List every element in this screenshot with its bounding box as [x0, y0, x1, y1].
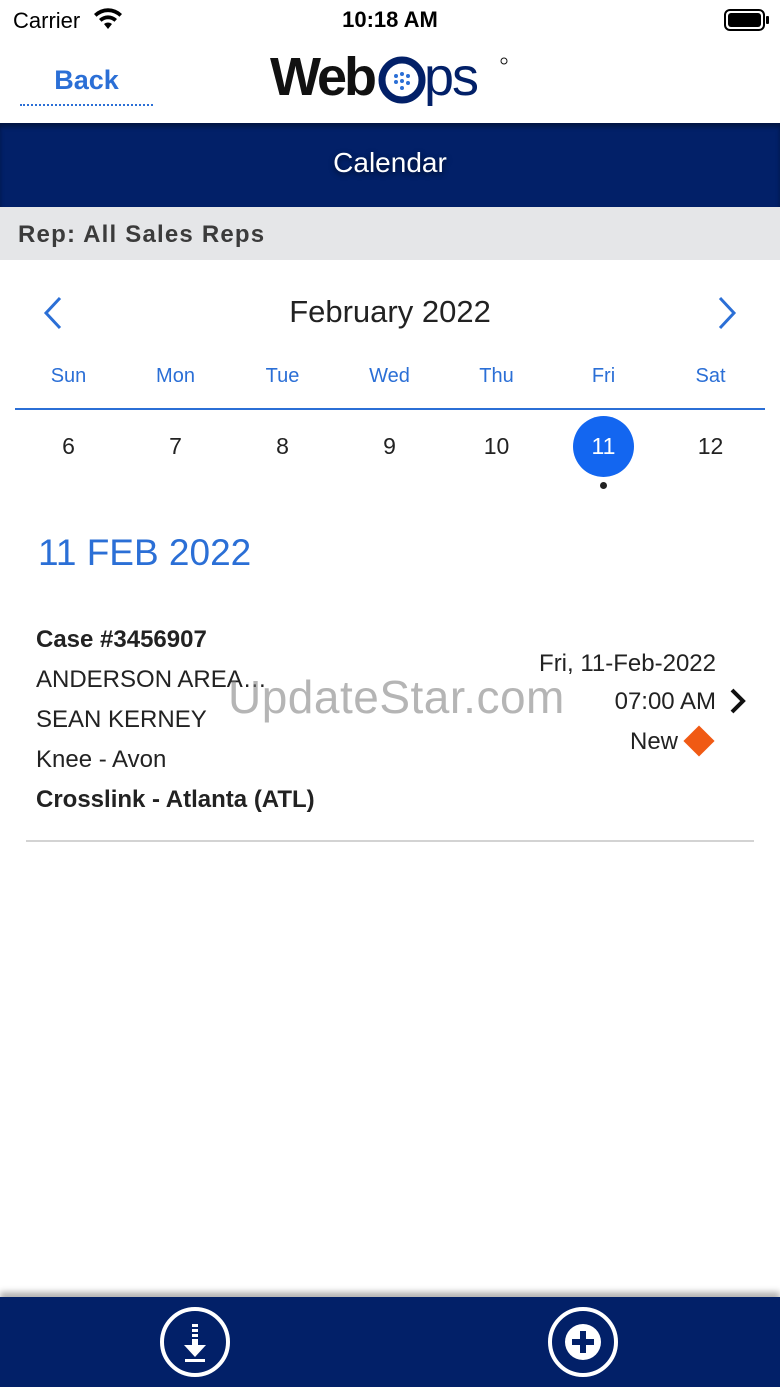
- calendar-day-selected[interactable]: 11: [550, 416, 657, 489]
- month-navigation: February 2022: [0, 285, 780, 341]
- status-diamond-icon: [683, 725, 715, 757]
- case-surgeon: SEAN KERNEY: [36, 706, 207, 733]
- top-nav-bar: Back Web ps: [0, 40, 780, 123]
- chevron-right-icon[interactable]: [726, 686, 750, 716]
- case-location: Crosslink - Atlanta (ATL): [36, 786, 315, 813]
- case-number: Case #3456907: [36, 626, 207, 653]
- calendar-day[interactable]: 8: [229, 418, 336, 478]
- selected-date-heading: 11 FEB 2022: [38, 532, 252, 573]
- weekday-label: Sun: [50, 365, 87, 387]
- case-list-item[interactable]: Case #3456907 ANDERSON AREA… SEAN KERNEY…: [26, 612, 754, 842]
- calendar-day-number: 10: [483, 433, 510, 459]
- svg-text:ps: ps: [424, 48, 478, 107]
- case-status: New: [629, 728, 678, 755]
- chevron-right-icon[interactable]: [712, 295, 742, 331]
- calendar-day-number: 12: [697, 433, 724, 459]
- calendar-day[interactable]: 9: [336, 418, 443, 478]
- month-label: February 2022: [289, 294, 491, 329]
- weekday-label: Tue: [265, 365, 300, 387]
- watermark: UpdateStar.com: [228, 671, 565, 723]
- weekday-header: Sun Mon Tue Wed Thu Fri Sat: [15, 362, 765, 410]
- calendar-day[interactable]: 6: [15, 418, 122, 478]
- case-time: 07:00 AM: [614, 688, 716, 715]
- event-indicator-dot: [600, 482, 607, 489]
- back-button[interactable]: Back: [20, 60, 153, 106]
- bottom-toolbar: [0, 1297, 780, 1387]
- weekday-label: Mon: [156, 365, 195, 387]
- webops-logo: Web ps: [270, 48, 508, 107]
- download-icon: [184, 1324, 206, 1362]
- calendar-day-number: 11: [591, 433, 616, 459]
- weekday-label: Thu: [479, 365, 514, 387]
- calendar-day[interactable]: 10: [443, 418, 550, 478]
- case-date: Fri, 11-Feb-2022: [539, 650, 716, 677]
- rep-filter-label: Rep: All Sales Reps: [18, 221, 266, 248]
- title-bar: Calendar: [0, 123, 780, 207]
- status-bar: Carrier 10:18 AM: [0, 0, 780, 40]
- rep-filter-bar[interactable]: Rep: All Sales Reps: [0, 207, 780, 260]
- case-procedure: Knee - Avon: [36, 746, 167, 773]
- calendar-day[interactable]: 12: [657, 418, 764, 478]
- battery-icon: [724, 9, 769, 31]
- calendar-day-number: 9: [383, 433, 396, 459]
- status-time: 10:18 AM: [342, 7, 438, 32]
- calendar-day-number: 6: [62, 433, 75, 459]
- weekday-label: Sat: [695, 365, 726, 387]
- svg-text:Web: Web: [270, 48, 375, 107]
- calendar-day-number: 8: [276, 433, 289, 459]
- calendar-day[interactable]: 7: [122, 418, 229, 478]
- week-days-row: 6 7 8 9 10 11 12: [15, 416, 765, 498]
- weekday-label: Fri: [591, 365, 616, 387]
- add-button[interactable]: [548, 1307, 618, 1377]
- calendar-day-number: 7: [169, 433, 182, 459]
- add-icon: [565, 1324, 601, 1360]
- page-title: Calendar: [333, 147, 447, 178]
- weekday-label: Wed: [369, 365, 410, 387]
- download-button[interactable]: [160, 1307, 230, 1377]
